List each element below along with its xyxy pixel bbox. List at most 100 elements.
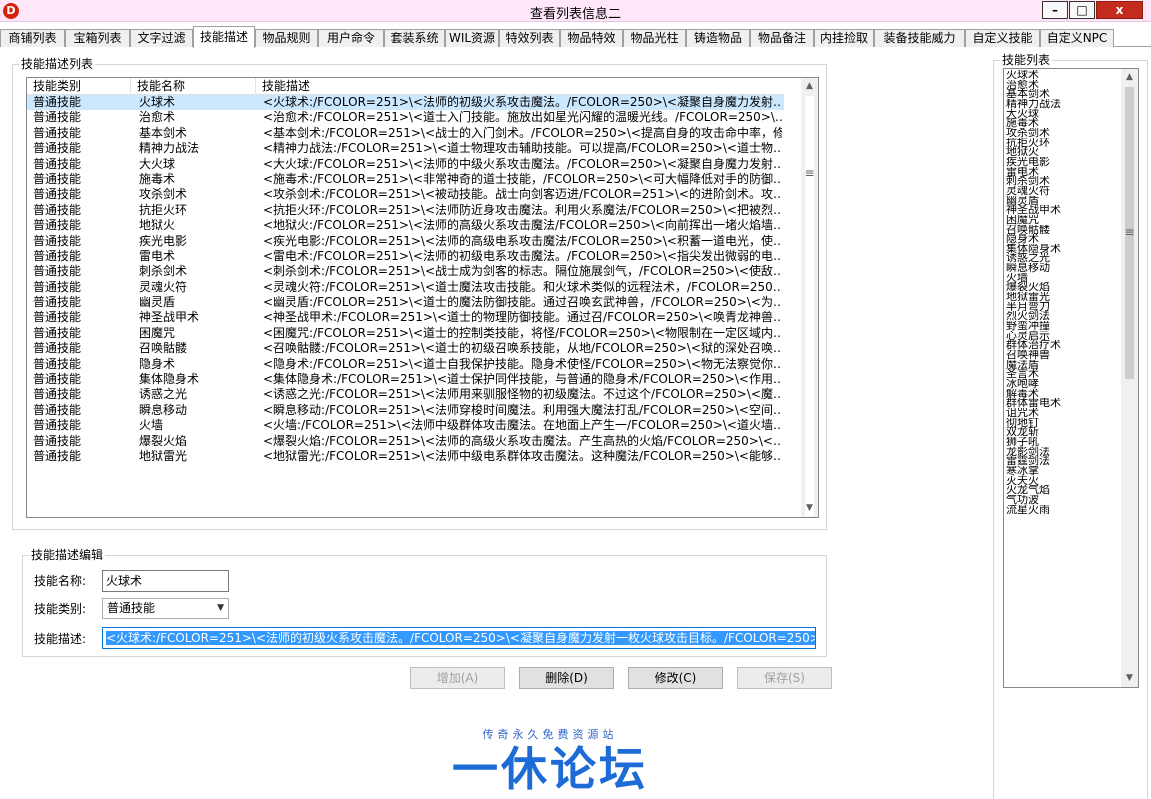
column-header-type[interactable]: 技能类别 bbox=[27, 78, 131, 95]
list-item[interactable]: 抗拒火环 bbox=[1006, 138, 1121, 148]
list-item[interactable]: 困魔咒 bbox=[1006, 215, 1121, 225]
list-item[interactable]: 火龙气焰 bbox=[1006, 485, 1121, 495]
list-item[interactable]: 隐身术 bbox=[1006, 234, 1121, 244]
tab-13[interactable]: 内挂捡取 bbox=[814, 29, 874, 47]
tab-15[interactable]: 自定义技能 bbox=[965, 29, 1040, 47]
list-item[interactable]: 爆裂火焰 bbox=[1006, 282, 1121, 292]
list-item[interactable]: 火球术 bbox=[1006, 70, 1121, 80]
tab-3[interactable]: 技能描述 bbox=[193, 26, 255, 48]
tab-10[interactable]: 物品光柱 bbox=[623, 29, 686, 47]
add-button[interactable]: 增加(A) bbox=[410, 667, 505, 689]
save-button[interactable]: 保存(S) bbox=[737, 667, 832, 689]
list-item[interactable]: 地狱雷光 bbox=[1006, 292, 1121, 302]
table-row[interactable]: 普通技能 精神力战法 <精神力战法:/FCOLOR=251>\<道士物理攻击辅助技能… bbox=[27, 141, 784, 156]
table-row[interactable]: 普通技能 集体隐身术 <集体隐身术:/FCOLOR=251>\<道士保护同伴技能，与… bbox=[27, 372, 784, 387]
list-item[interactable]: 地狱火 bbox=[1006, 147, 1121, 157]
skill-name-input[interactable]: 火球术 bbox=[102, 570, 229, 592]
tab-8[interactable]: 特效列表 bbox=[499, 29, 560, 47]
table-row[interactable]: 普通技能 隐身术 <隐身术:/FCOLOR=251>\<道士自我保护技能。隐身术使怪… bbox=[27, 357, 784, 372]
list-item[interactable]: 流星火雨 bbox=[1006, 505, 1121, 515]
scroll-up-icon[interactable]: ▲ bbox=[801, 78, 818, 95]
skill-desc-input[interactable]: <火球术:/FCOLOR=251>\<法师的初级火系攻击魔法。/FCOLOR=2… bbox=[102, 627, 816, 649]
scroll-down-icon[interactable]: ▼ bbox=[801, 500, 818, 517]
table-row[interactable]: 普通技能 地狱雷光 <地狱雷光:/FCOLOR=251>\<法师中级电系群体攻击魔法… bbox=[27, 449, 784, 464]
skill-listbox[interactable]: 火球术 治愈术 基本剑术 精神力战法 大火球 施毒术 攻杀剑术 抗拒火环 地狱火 疾光电影 雷电术刺… bbox=[1003, 68, 1139, 688]
list-item[interactable]: 灭天火 bbox=[1006, 476, 1121, 486]
table-row[interactable]: 普通技能 施毒术 <施毒术:/FCOLOR=251>\<非常神奇的道士技能，/FCO… bbox=[27, 172, 784, 187]
list-item[interactable]: 烈火剑法 bbox=[1006, 311, 1121, 321]
close-button[interactable]: x bbox=[1096, 1, 1143, 19]
table-row[interactable]: 普通技能 召唤骷髅 <召唤骷髅:/FCOLOR=251>\<道士的初级召唤系技能，从… bbox=[27, 341, 784, 356]
table-row[interactable]: 普通技能 火墙 <火墙:/FCOLOR=251>\<法师中级群体攻击魔法。在地面上产… bbox=[27, 418, 784, 433]
list-item[interactable]: 魔法盾 bbox=[1006, 360, 1121, 370]
list-item[interactable]: 刺杀剑术 bbox=[1006, 176, 1121, 186]
list-item[interactable]: 精神力战法 bbox=[1006, 99, 1121, 109]
list-item[interactable]: 攻杀剑术 bbox=[1006, 128, 1121, 138]
tab-5[interactable]: 用户命令 bbox=[318, 29, 384, 47]
table-row[interactable]: 普通技能 诱惑之光 <诱惑之光:/FCOLOR=251>\<法师用来驯服怪物的初级魔… bbox=[27, 387, 784, 402]
list-item[interactable]: 圣言术 bbox=[1006, 369, 1121, 379]
list-item[interactable]: 群体治疗术 bbox=[1006, 340, 1121, 350]
tab-0[interactable]: 商铺列表 bbox=[0, 29, 65, 47]
tab-1[interactable]: 宝箱列表 bbox=[65, 29, 130, 47]
column-header-name[interactable]: 技能名称 bbox=[131, 78, 256, 95]
list-item[interactable]: 龙影剑法 bbox=[1006, 447, 1121, 457]
table-row[interactable]: 普通技能 爆裂火焰 <爆裂火焰:/FCOLOR=251>\<法师的高级火系攻击魔法。… bbox=[27, 434, 784, 449]
table-row[interactable]: 普通技能 幽灵盾 <幽灵盾:/FCOLOR=251>\<道士的魔法防御技能。通过召唤… bbox=[27, 295, 784, 310]
skill-list-scrollbar[interactable]: ▲ ≡ ▼ bbox=[1121, 69, 1138, 687]
tab-9[interactable]: 物品特效 bbox=[560, 29, 623, 47]
tab-16[interactable]: 自定义NPC bbox=[1040, 29, 1114, 47]
delete-button[interactable]: 删除(D) bbox=[519, 667, 614, 689]
list-item[interactable]: 雷霆剑法 bbox=[1006, 456, 1121, 466]
table-row[interactable]: 普通技能 瞬息移动 <瞬息移动:/FCOLOR=251>\<法师穿梭时间魔法。利用强… bbox=[27, 403, 784, 418]
list-item[interactable]: 召唤骷髅 bbox=[1006, 225, 1121, 235]
listview-scrollbar[interactable]: ▲ ≡ ▼ bbox=[801, 78, 818, 517]
table-row[interactable]: 普通技能 地狱火 <地狱火:/FCOLOR=251>\<法师的高级火系攻击魔法/FC… bbox=[27, 218, 784, 233]
list-item[interactable]: 气功波 bbox=[1006, 495, 1121, 505]
table-row[interactable]: 普通技能 困魔咒 <困魔咒:/FCOLOR=251>\<道士的控制类技能，将怪/FC… bbox=[27, 326, 784, 341]
list-item[interactable]: 野蛮冲撞 bbox=[1006, 321, 1121, 331]
list-item[interactable]: 群体雷电术 bbox=[1006, 398, 1121, 408]
column-header-desc[interactable]: 技能描述 bbox=[256, 78, 784, 95]
table-row[interactable]: 普通技能 灵魂火符 <灵魂火符:/FCOLOR=251>\<道士魔法攻击技能。和火球… bbox=[27, 280, 784, 295]
table-row[interactable]: 普通技能 抗拒火环 <抗拒火环:/FCOLOR=251>\<法师防近身攻击魔法。利用… bbox=[27, 203, 784, 218]
tab-4[interactable]: 物品规则 bbox=[255, 29, 318, 47]
list-item[interactable]: 召唤神兽 bbox=[1006, 350, 1121, 360]
scroll-up-icon[interactable]: ▲ bbox=[1121, 69, 1138, 86]
tab-12[interactable]: 物品备注 bbox=[750, 29, 814, 47]
list-item[interactable]: 基本剑术 bbox=[1006, 89, 1121, 99]
list-item[interactable]: 解毒术 bbox=[1006, 389, 1121, 399]
list-item[interactable]: 冰咆哮 bbox=[1006, 379, 1121, 389]
table-row[interactable]: 普通技能 火球术 <火球术:/FCOLOR=251>\<法师的初级火系攻击魔法。/F… bbox=[27, 95, 784, 111]
list-item[interactable]: 心灵启示 bbox=[1006, 331, 1121, 341]
list-item[interactable]: 神圣战甲术 bbox=[1006, 205, 1121, 215]
tab-14[interactable]: 装备技能威力 bbox=[874, 29, 965, 47]
list-item[interactable]: 瞬息移动 bbox=[1006, 263, 1121, 273]
table-row[interactable]: 普通技能 刺杀剑术 <刺杀剑术:/FCOLOR=251>\<战士成为剑客的标志。隔位… bbox=[27, 264, 784, 279]
table-row[interactable]: 普通技能 雷电术 <雷电术:/FCOLOR=251>\<法师的初级电系攻击魔法。/F… bbox=[27, 249, 784, 264]
table-row[interactable]: 普通技能 大火球 <大火球:/FCOLOR=251>\<法师的中级火系攻击魔法。/F… bbox=[27, 157, 784, 172]
list-item[interactable]: 集体隐身术 bbox=[1006, 244, 1121, 254]
list-item[interactable]: 治愈术 bbox=[1006, 80, 1121, 90]
list-item[interactable]: 疾光电影 bbox=[1006, 157, 1121, 167]
list-item[interactable]: 灵魂火符 bbox=[1006, 186, 1121, 196]
list-item[interactable]: 施毒术 bbox=[1006, 118, 1121, 128]
tab-7[interactable]: WIL资源 bbox=[445, 29, 499, 47]
skill-type-select[interactable]: 普通技能 ▼ bbox=[102, 598, 229, 619]
list-item[interactable]: 诅咒术 bbox=[1006, 408, 1121, 418]
list-item[interactable]: 半月弯刀 bbox=[1006, 302, 1121, 312]
table-row[interactable]: 普通技能 基本剑术 <基本剑术:/FCOLOR=251>\<战士的入门剑术。/FCO… bbox=[27, 126, 784, 141]
list-item[interactable]: 寒冰掌 bbox=[1006, 466, 1121, 476]
list-item[interactable]: 大火球 bbox=[1006, 109, 1121, 119]
list-item[interactable]: 幽灵盾 bbox=[1006, 196, 1121, 206]
list-item[interactable]: 诱惑之光 bbox=[1006, 253, 1121, 263]
list-item[interactable]: 彻地钉 bbox=[1006, 418, 1121, 428]
table-row[interactable]: 普通技能 攻杀剑术 <攻杀剑术:/FCOLOR=251>\<被动技能。战士向剑客迈进… bbox=[27, 187, 784, 202]
list-item[interactable]: 雷电术 bbox=[1006, 167, 1121, 177]
tab-2[interactable]: 文字过滤 bbox=[130, 29, 193, 47]
list-item[interactable]: 双龙斩 bbox=[1006, 427, 1121, 437]
skill-desc-listview[interactable]: 技能类别 技能名称 技能描述 普通技能 火球术 <火球术:/FCOLOR=251>\… bbox=[26, 77, 819, 518]
table-row[interactable]: 普通技能 治愈术 <治愈术:/FCOLOR=251>\<道士入门技能。施放出如星光闪… bbox=[27, 110, 784, 125]
table-row[interactable]: 普通技能 神圣战甲术 <神圣战甲术:/FCOLOR=251>\<道士的物理防御技能。… bbox=[27, 310, 784, 325]
list-item[interactable]: 狮子吼 bbox=[1006, 437, 1121, 447]
